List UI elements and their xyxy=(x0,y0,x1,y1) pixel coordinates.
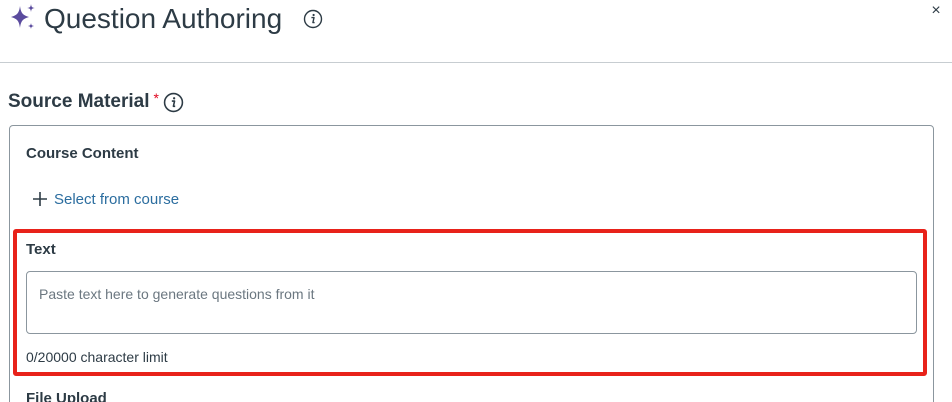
character-limit-counter: 0/20000 character limit xyxy=(26,349,168,365)
required-indicator: * xyxy=(153,90,159,106)
sparkle-icon xyxy=(11,4,35,29)
page-title: Question Authoring xyxy=(44,3,283,34)
text-label: Text xyxy=(26,241,56,258)
select-from-course-label: Select from course xyxy=(54,190,180,208)
question-authoring-panel: Question Authoring × Source Material * C… xyxy=(0,0,952,402)
section-title: Source Material xyxy=(8,91,150,112)
info-icon[interactable] xyxy=(163,92,184,113)
panel-header: Question Authoring × xyxy=(0,0,952,63)
info-icon[interactable] xyxy=(303,9,323,29)
file-upload-label: File Upload xyxy=(26,390,107,402)
source-material-heading: Source Material * xyxy=(8,89,184,115)
select-from-course-button[interactable]: Select from course xyxy=(32,188,179,210)
source-text-input[interactable] xyxy=(26,271,917,334)
course-content-label: Course Content xyxy=(26,145,139,162)
close-button[interactable]: × xyxy=(928,2,944,20)
plus-icon xyxy=(33,192,47,206)
